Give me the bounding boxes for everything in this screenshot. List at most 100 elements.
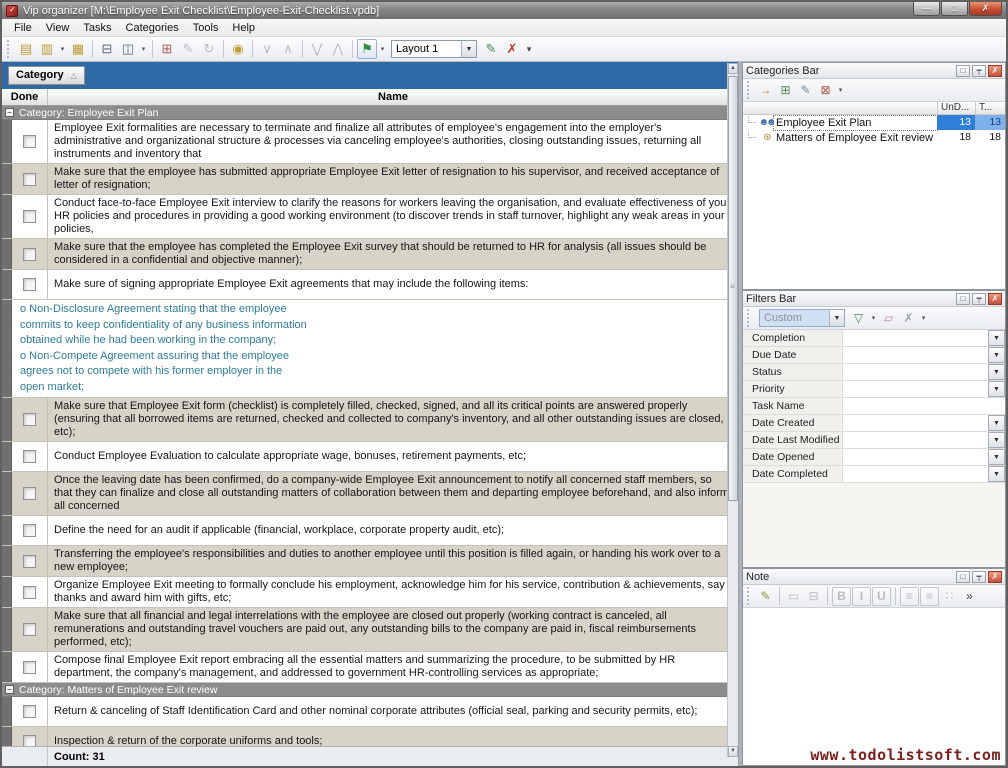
align-left-icon[interactable]: ≡ — [900, 587, 919, 606]
align-center-icon[interactable]: ≡ — [920, 587, 939, 606]
notification-icon-dropdown-icon[interactable]: ▾ — [378, 39, 387, 59]
note-editor[interactable] — [743, 608, 1005, 765]
filter-value-cell[interactable] — [843, 398, 1005, 414]
task-row[interactable]: Return & canceling of Staff Identificati… — [2, 697, 738, 727]
menu-item-tools[interactable]: Tools — [186, 21, 226, 35]
column-header-name[interactable]: Name — [48, 89, 738, 105]
filter-dropdown-icon[interactable]: ▼ — [988, 432, 1005, 448]
close-panel-icon[interactable]: ✗ — [988, 65, 1002, 77]
category-item-matters-of-review[interactable]: ⊛Matters of Employee Exit review1818 — [743, 130, 1005, 145]
collapse-group-icon[interactable]: − — [5, 108, 14, 117]
toolbar-grip[interactable] — [747, 81, 751, 99]
note-overflow-icon[interactable]: » — [960, 587, 979, 606]
undock-panel-icon[interactable]: □ — [956, 65, 970, 77]
task-row[interactable]: Organize Employee Exit meeting to formal… — [2, 577, 738, 608]
edit-category-icon[interactable]: ✎ — [796, 81, 815, 100]
new-task-icon[interactable]: ⊞ — [157, 39, 177, 59]
done-checkbox[interactable] — [23, 413, 36, 426]
done-checkbox[interactable] — [23, 487, 36, 500]
filter-preset-combo-dropdown-icon[interactable]: ▼ — [829, 310, 844, 326]
open-database-icon-dropdown-icon[interactable]: ▾ — [58, 39, 67, 59]
task-row[interactable]: Make sure that the employee has complete… — [2, 239, 738, 270]
apply-filter-icon-dropdown-icon[interactable]: ▾ — [869, 308, 878, 328]
edit-task-icon[interactable]: ✎ — [178, 39, 198, 59]
task-row[interactable]: Make sure that Employee Exit form (check… — [2, 398, 738, 442]
task-row[interactable]: Employee Exit formalities are necessary … — [2, 120, 738, 164]
menu-item-help[interactable]: Help — [225, 21, 262, 35]
filter-value-cell[interactable] — [843, 381, 988, 397]
scroll-down-icon[interactable]: ▼ — [728, 746, 738, 757]
delete-filter-icon[interactable]: ✗ — [899, 309, 918, 328]
bold-icon[interactable]: B — [832, 587, 851, 606]
move-to-top-icon[interactable]: ⋀ — [328, 39, 348, 59]
task-row[interactable]: Conduct Employee Evaluation to calculate… — [2, 442, 738, 472]
undock-panel-icon[interactable]: □ — [956, 571, 970, 583]
italic-icon[interactable]: I — [852, 587, 871, 606]
apply-layout-icon[interactable]: ✎ — [481, 39, 501, 59]
pin-panel-icon[interactable]: ┯ — [972, 65, 986, 77]
delete-category-icon-dropdown-icon[interactable]: ▾ — [836, 80, 845, 100]
apply-filter-icon[interactable]: ▽ — [849, 309, 868, 328]
highlight-tasks-icon[interactable]: ◉ — [228, 39, 248, 59]
filter-dropdown-icon[interactable]: ▼ — [988, 415, 1005, 431]
task-row[interactable]: Define the need for an audit if applicab… — [2, 516, 738, 546]
close-panel-icon[interactable]: ✗ — [988, 571, 1002, 583]
toolbar-options-icon[interactable]: ▾ — [523, 39, 535, 59]
task-note-row[interactable]: o Non-Disclosure Agreement stating that … — [2, 300, 738, 398]
filter-value-cell[interactable] — [843, 415, 988, 431]
column-header-total[interactable]: T... — [975, 102, 1005, 114]
done-checkbox[interactable] — [23, 661, 36, 674]
collapse-group-icon[interactable]: − — [5, 685, 14, 694]
category-group-row[interactable]: −Category: Matters of Employee Exit revi… — [2, 683, 738, 697]
task-row[interactable]: Inspection & return of the corporate uni… — [2, 727, 738, 746]
toolbar-grip[interactable] — [7, 40, 11, 58]
delete-layout-icon[interactable]: ✗ — [502, 39, 522, 59]
menu-item-categories[interactable]: Categories — [119, 21, 186, 35]
toolbar-grip[interactable] — [747, 587, 751, 605]
move-to-bottom-icon[interactable]: ⋁ — [307, 39, 327, 59]
done-checkbox[interactable] — [23, 623, 36, 636]
delete-filter-icon-dropdown-icon[interactable]: ▾ — [919, 308, 928, 328]
column-header-done[interactable]: Done — [2, 89, 48, 105]
undock-panel-icon[interactable]: □ — [956, 293, 970, 305]
filter-value-cell[interactable] — [843, 347, 988, 363]
filter-preset-combo[interactable]: Custom▼ — [759, 309, 845, 327]
new-note-icon[interactable]: ▭ — [784, 587, 803, 606]
task-row[interactable]: Transferring the employee's responsibili… — [2, 546, 738, 577]
print-icon[interactable]: ⊟ — [97, 39, 117, 59]
open-database-icon[interactable]: ▥ — [37, 39, 57, 59]
done-checkbox[interactable] — [23, 450, 36, 463]
toolbar-grip[interactable] — [747, 309, 751, 327]
done-checkbox[interactable] — [23, 735, 36, 746]
task-row[interactable]: Make sure that the employee has submitte… — [2, 164, 738, 195]
filter-value-cell[interactable] — [843, 449, 988, 465]
done-checkbox[interactable] — [23, 278, 36, 291]
done-checkbox[interactable] — [23, 586, 36, 599]
print-note-icon[interactable]: ⊟ — [804, 587, 823, 606]
task-row[interactable]: Make sure that all financial and legal i… — [2, 608, 738, 652]
scroll-up-icon[interactable]: ▲ — [728, 63, 738, 74]
scrollbar-thumb[interactable] — [728, 76, 738, 501]
filter-dropdown-icon[interactable]: ▼ — [988, 347, 1005, 363]
done-checkbox[interactable] — [23, 705, 36, 718]
done-checkbox[interactable] — [23, 135, 36, 148]
move-to-category-icon[interactable]: → — [756, 81, 775, 100]
new-category-icon[interactable]: ⊞ — [776, 81, 795, 100]
clear-filter-icon[interactable]: ▱ — [879, 309, 898, 328]
filter-value-cell[interactable] — [843, 466, 988, 482]
menu-item-tasks[interactable]: Tasks — [76, 21, 118, 35]
minimize-button[interactable]: — — [913, 2, 940, 16]
task-row[interactable]: Make sure of signing appropriate Employe… — [2, 270, 738, 300]
done-checkbox[interactable] — [23, 173, 36, 186]
done-checkbox[interactable] — [23, 210, 36, 223]
maximize-button[interactable]: □ — [941, 2, 968, 16]
underline-icon[interactable]: U — [872, 587, 891, 606]
edit-note-icon[interactable]: ✎ — [756, 587, 775, 606]
category-group-row[interactable]: −Category: Employee Exit Plan — [2, 106, 738, 120]
done-checkbox[interactable] — [23, 555, 36, 568]
close-panel-icon[interactable]: ✗ — [988, 293, 1002, 305]
print-preview-icon-dropdown-icon[interactable]: ▾ — [139, 39, 148, 59]
layout-combo-dropdown-icon[interactable]: ▼ — [461, 41, 476, 57]
filter-dropdown-icon[interactable]: ▼ — [988, 364, 1005, 380]
new-database-icon[interactable]: ▤ — [16, 39, 36, 59]
